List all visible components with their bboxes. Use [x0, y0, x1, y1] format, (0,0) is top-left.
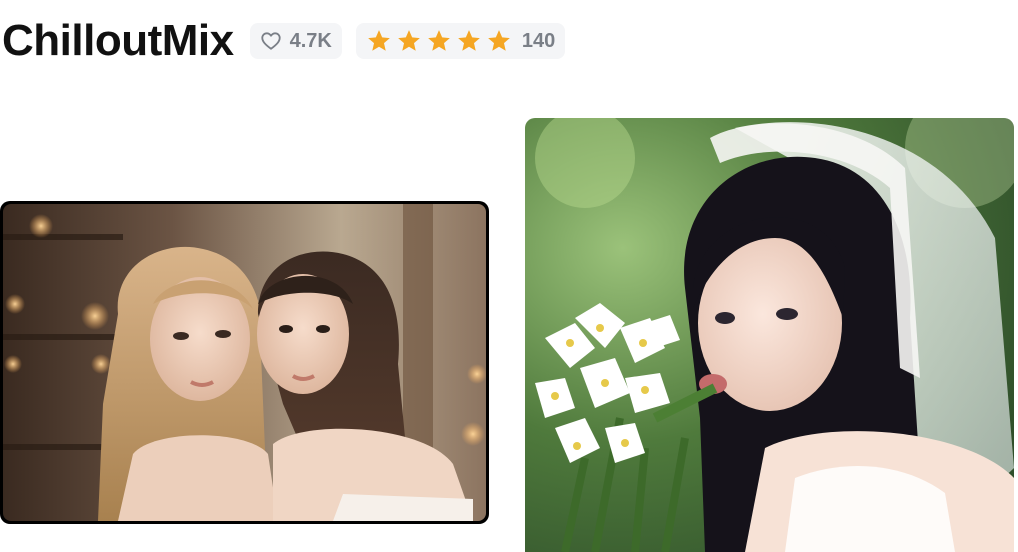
- star-icon: [368, 30, 390, 51]
- rating-badge[interactable]: 140: [355, 23, 566, 59]
- gallery-image-2[interactable]: [525, 118, 1014, 552]
- gallery-image-1-art: [3, 204, 486, 521]
- like-count: 4.7K: [289, 29, 332, 52]
- model-page: ChilloutMix 4.7K 140: [0, 0, 1018, 552]
- gallery-image-1[interactable]: [0, 201, 489, 524]
- gallery-image-2-art: [525, 118, 1014, 552]
- rating-stars: [366, 28, 512, 54]
- model-header: ChilloutMix 4.7K 140: [0, 12, 566, 70]
- star-icon: [428, 30, 450, 51]
- heart-outline-icon: [260, 32, 281, 50]
- star-icon: [398, 30, 420, 51]
- model-title: ChilloutMix: [2, 16, 234, 65]
- review-count: 140: [521, 29, 556, 52]
- star-icon: [488, 30, 510, 51]
- star-icon: [458, 30, 480, 51]
- like-count-badge[interactable]: 4.7K: [249, 23, 342, 59]
